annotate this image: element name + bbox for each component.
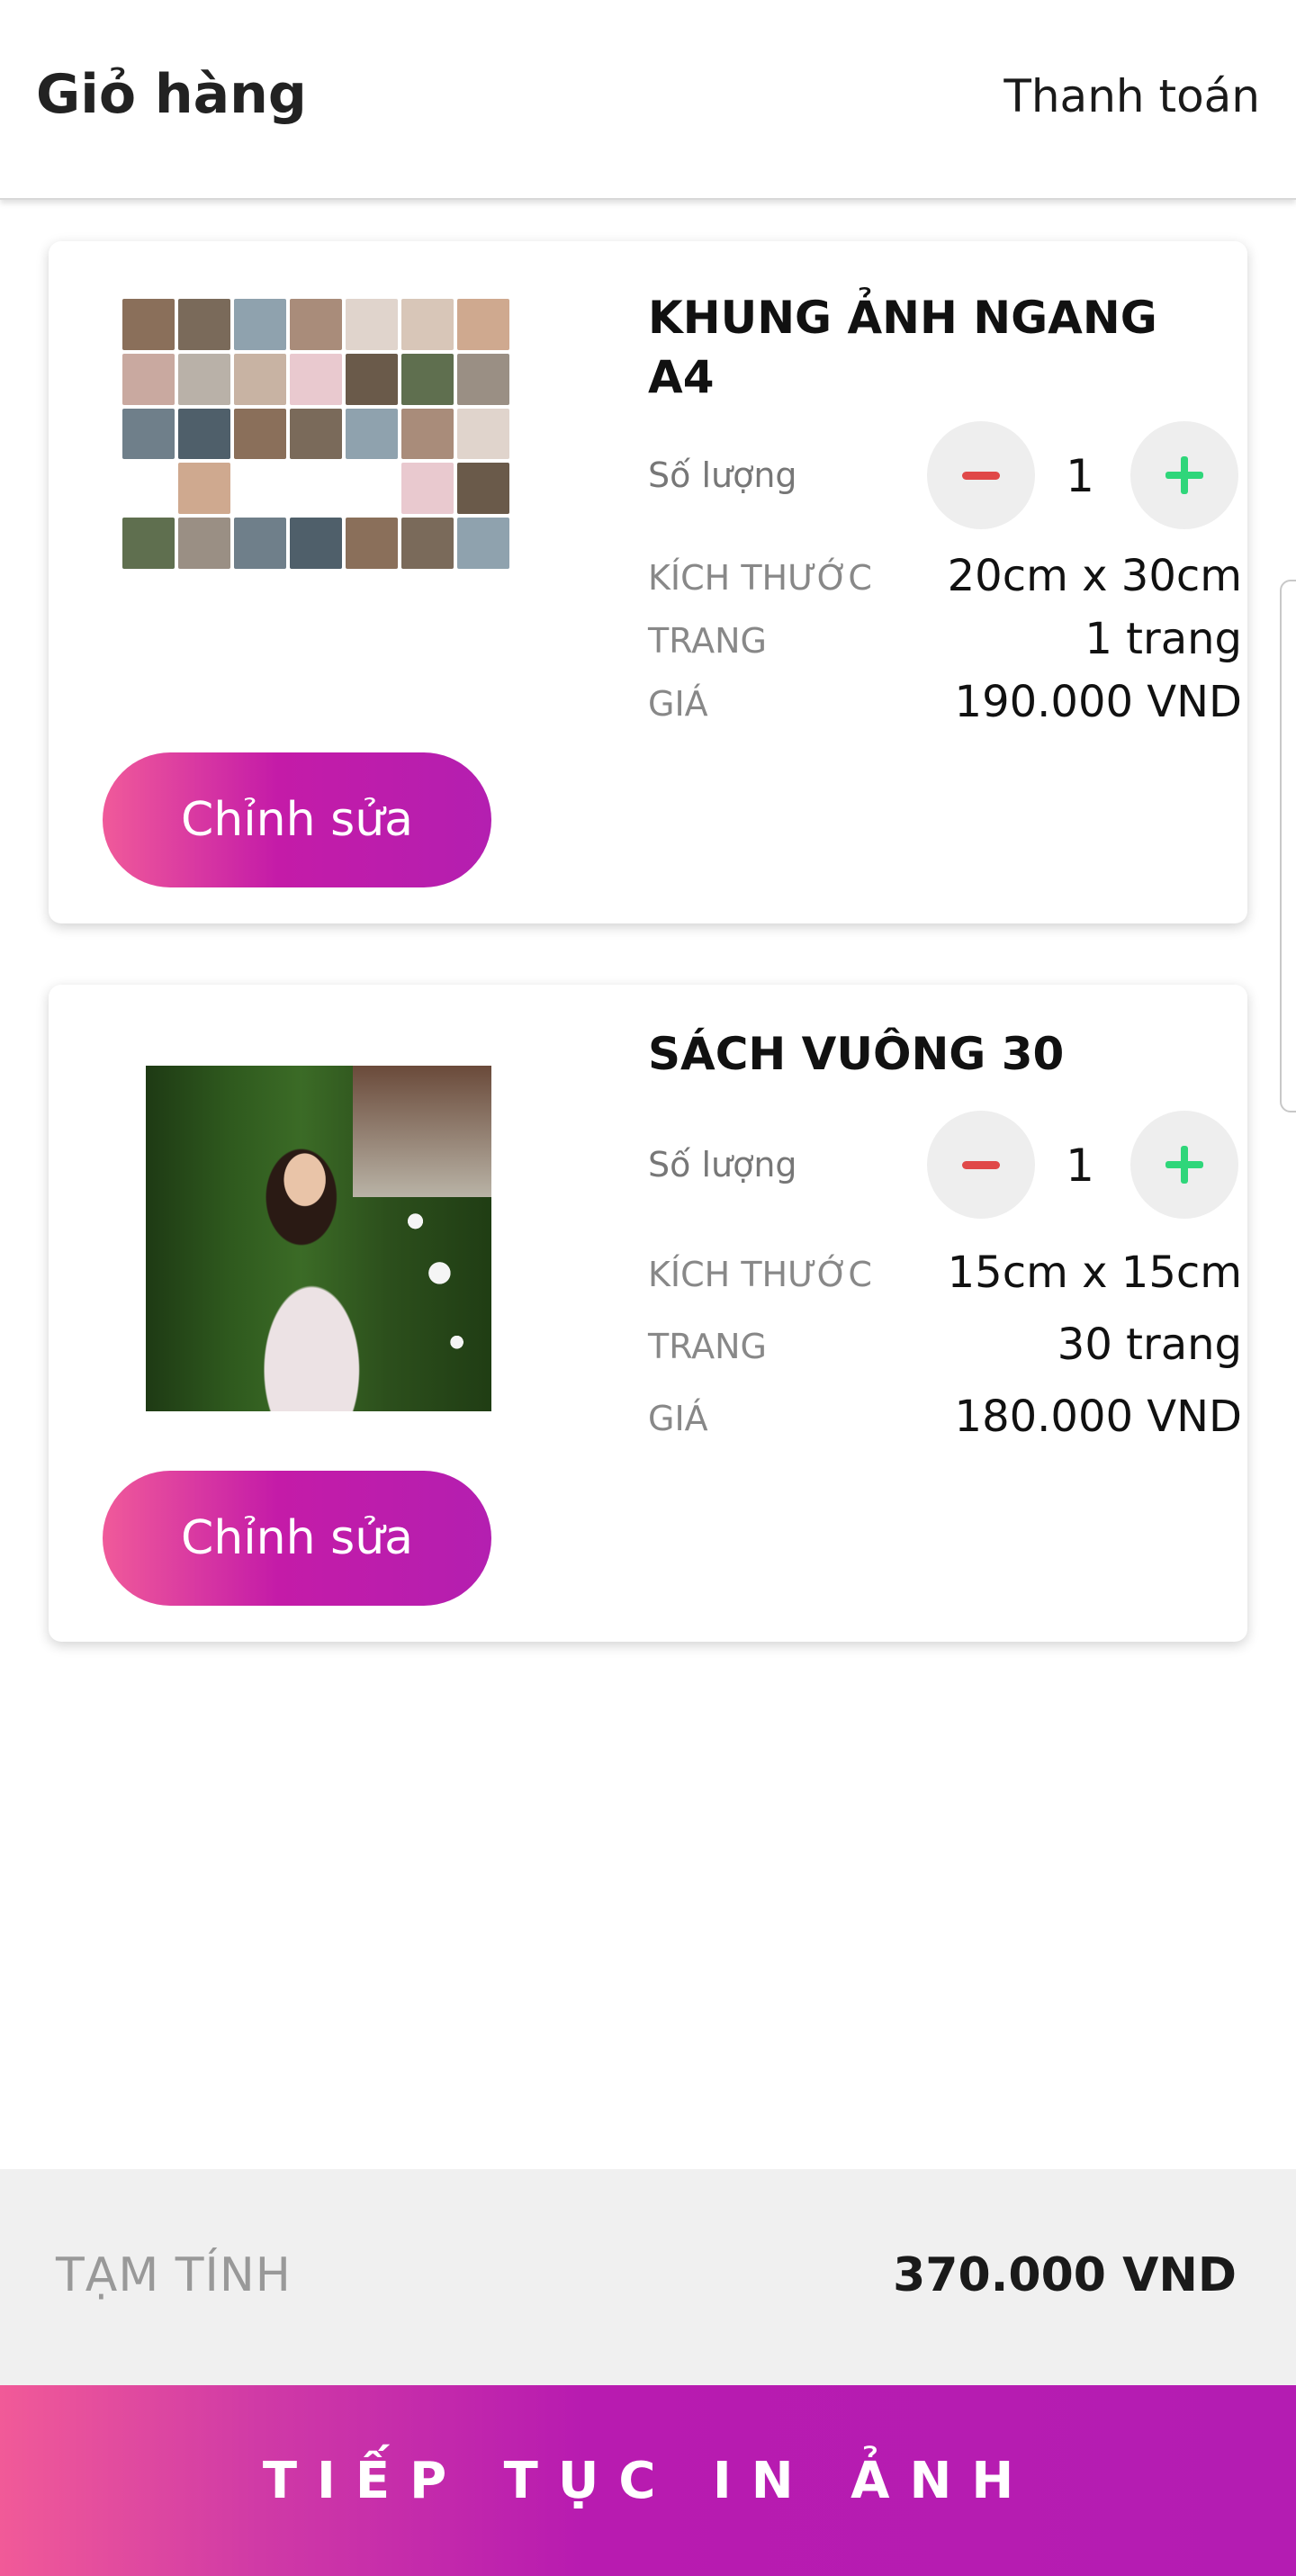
size-value: 15cm x 15cm (947, 1247, 1242, 1298)
collage-photo-cell (290, 299, 342, 350)
collage-photo-cell (290, 353, 342, 405)
collage-photo-cell (178, 463, 230, 515)
collage-photo-cell (346, 353, 398, 405)
pages-label: TRANG (648, 1327, 767, 1366)
increase-quantity-button[interactable] (1130, 1111, 1238, 1219)
collage-photo-cell (457, 353, 509, 405)
collage-photo-cell (234, 299, 286, 350)
decrease-quantity-button[interactable] (927, 1111, 1035, 1219)
collage-photo-cell (401, 353, 454, 405)
page-title: Giỏ hàng (36, 63, 307, 126)
price-label: GIÁ (648, 684, 708, 724)
collage-photo-cell (290, 463, 342, 515)
pages-value: 1 trang (1084, 614, 1242, 664)
collage-photo-cell (290, 408, 342, 460)
collage-photo-cell (346, 299, 398, 350)
cart-item-card: SÁCH VUÔNG 30 Số lượng 1 KÍCH THƯỚC 15cm… (49, 985, 1247, 1642)
collage-photo-cell (178, 518, 230, 569)
collage-photo-cell (234, 518, 286, 569)
subtotal-label: TẠM TÍNH (56, 2248, 292, 2302)
price-label: GIÁ (648, 1399, 708, 1438)
collage-photo-cell (122, 463, 175, 515)
collage-photo-cell (178, 408, 230, 460)
size-row: KÍCH THƯỚC 15cm x 15cm (648, 1247, 1242, 1302)
collage-photo-cell (234, 408, 286, 460)
product-title: KHUNG ẢNH NGANG A4 (648, 292, 1157, 403)
collage-photo-cell (122, 518, 175, 569)
quantity-stepper: Số lượng 1 (648, 421, 1238, 529)
collage-photo-cell (401, 518, 454, 569)
collage-photo-cell (178, 299, 230, 350)
collage-photo-cell (401, 408, 454, 460)
collage-photo-cell (346, 518, 398, 569)
quantity-label: Số lượng (648, 455, 797, 495)
collage-photo-cell (346, 463, 398, 515)
collage-photo-cell (457, 463, 509, 515)
cart-item-card: KHUNG ẢNH NGANG A4 Số lượng 1 KÍCH THƯỚC… (49, 241, 1247, 923)
size-label: KÍCH THƯỚC (648, 1255, 872, 1294)
subtotal-value: 370.000 VND (893, 2248, 1237, 2302)
window-detail (353, 1066, 491, 1197)
price-row: GIÁ 190.000 VND (648, 677, 1242, 731)
quantity-value: 1 (1066, 450, 1094, 502)
collage-photo-cell (122, 353, 175, 405)
quantity-stepper: Số lượng 1 (648, 1111, 1238, 1219)
price-value: 190.000 VND (954, 677, 1242, 727)
app-header: Giỏ hàng Thanh toán (0, 0, 1296, 200)
collage-photo-cell (122, 408, 175, 460)
increase-quantity-button[interactable] (1130, 421, 1238, 529)
collage-photo-cell (290, 518, 342, 569)
collage-photo-cell (401, 299, 454, 350)
checkout-link[interactable]: Thanh toán (1004, 70, 1260, 122)
collage-photo-cell (234, 353, 286, 405)
size-row: KÍCH THƯỚC 20cm x 30cm (648, 551, 1242, 605)
size-value: 20cm x 30cm (947, 551, 1242, 601)
plus-icon (1166, 456, 1203, 494)
minus-icon (962, 1160, 1000, 1169)
quantity-value: 1 (1066, 1139, 1094, 1192)
product-title: SÁCH VUÔNG 30 (648, 1028, 1065, 1080)
collage-photo-cell (346, 408, 398, 460)
collage-photo-cell (122, 299, 175, 350)
plus-icon (1166, 1146, 1203, 1184)
collage-photo-cell (401, 463, 454, 515)
subtotal-bar: TẠM TÍNH 370.000 VND (0, 2169, 1296, 2385)
decrease-quantity-button[interactable] (927, 421, 1035, 529)
collage-photo-cell (178, 353, 230, 405)
collage-photo-cell (234, 463, 286, 515)
collage-photo-cell (457, 299, 509, 350)
quantity-label: Số lượng (648, 1145, 797, 1184)
collage-photo-cell (457, 408, 509, 460)
continue-printing-button[interactable]: TIẾP TỤC IN ẢNH (0, 2385, 1296, 2576)
price-row: GIÁ 180.000 VND (648, 1392, 1242, 1446)
photo-collage-icon (122, 299, 509, 569)
pages-value: 30 trang (1057, 1320, 1242, 1370)
edit-button[interactable]: Chỉnh sửa (103, 1471, 491, 1606)
portrait-photo-icon (146, 1066, 491, 1411)
price-value: 180.000 VND (954, 1392, 1242, 1442)
side-scroll-handle[interactable] (1280, 580, 1296, 1112)
minus-icon (962, 471, 1000, 480)
pages-row: TRANG 30 trang (648, 1320, 1242, 1374)
edit-button[interactable]: Chỉnh sửa (103, 752, 491, 887)
size-label: KÍCH THƯỚC (648, 558, 872, 598)
collage-photo-cell (457, 518, 509, 569)
pages-label: TRANG (648, 621, 767, 661)
pages-row: TRANG 1 trang (648, 614, 1242, 668)
